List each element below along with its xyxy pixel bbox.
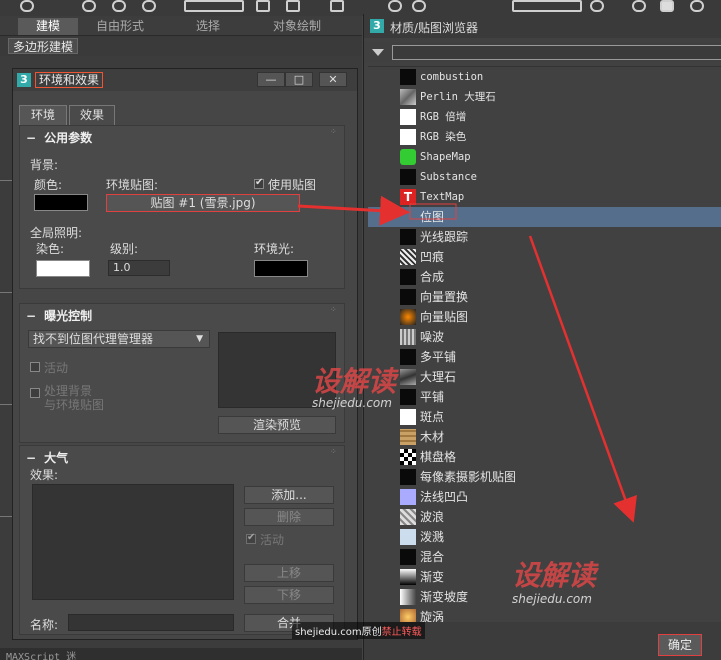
footer-warning: 禁止转载 [381,627,422,638]
status-bar: MAXScript 迷 [0,648,362,660]
watermark-site: shejiedu.com [312,396,392,410]
annotation-arrows [297,195,637,523]
footer-credit: shejiedu.com原创禁止转载 [292,622,425,639]
watermark-logo: 设解读 [512,559,597,592]
arrow-to-ok [528,235,637,523]
watermark-site: shejiedu.com [512,592,592,606]
bitmap-highlight-box [409,203,457,220]
arrow-to-bitmap [297,195,410,226]
watermark-logo: 设解读 [312,365,397,398]
footer-site: shejiedu.com原创 [295,627,382,638]
maxscript-listener[interactable]: MAXScript 迷 [6,648,76,660]
